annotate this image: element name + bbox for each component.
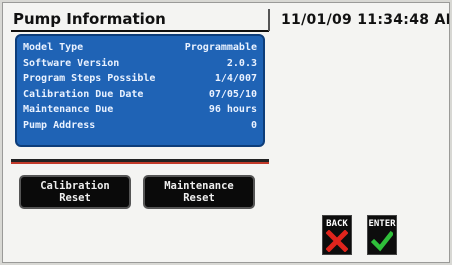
button-label-line2: Reset (183, 192, 215, 204)
info-value: 0 (250, 119, 257, 131)
button-label-line1: Maintenance (164, 180, 234, 192)
info-row-program-steps: Program Steps Possible 1/4/007 (23, 71, 257, 87)
section-divider-accent (11, 162, 269, 164)
info-row-maintenance-due: Maintenance Due 96 hours (23, 102, 257, 118)
info-value: 96 hours (208, 104, 257, 116)
info-label: Maintenance Due (23, 104, 114, 116)
info-label: Software Version (23, 57, 120, 69)
pump-info-panel: Model Type Programmable Software Version… (15, 34, 265, 147)
enter-label: ENTER (368, 219, 396, 229)
info-value: Programmable (184, 42, 257, 54)
back-label: BACK (326, 219, 348, 229)
green-check-icon (371, 230, 393, 252)
info-label: Program Steps Possible (23, 73, 156, 85)
red-x-icon (326, 230, 348, 252)
info-row-calibration-due: Calibration Due Date 07/05/10 (23, 87, 257, 103)
info-value: 07/05/10 (208, 88, 257, 100)
info-row-software-version: Software Version 2.0.3 (23, 56, 257, 72)
info-label: Model Type (23, 42, 84, 54)
info-value: 1/4/007 (214, 73, 257, 85)
button-label-line1: Calibration (40, 180, 110, 192)
datetime-display: 11/01/09 11:34:48 AM (281, 12, 450, 28)
header-divider (268, 9, 270, 31)
info-label: Pump Address (23, 119, 96, 131)
title-underline (11, 30, 269, 32)
back-button[interactable]: BACK (322, 215, 352, 255)
enter-button[interactable]: ENTER (367, 215, 397, 255)
info-label: Calibration Due Date (23, 88, 144, 100)
info-row-model-type: Model Type Programmable (23, 40, 257, 56)
calibration-reset-button[interactable]: Calibration Reset (19, 175, 131, 209)
info-value: 2.0.3 (226, 57, 257, 69)
button-label-line2: Reset (59, 192, 91, 204)
maintenance-reset-button[interactable]: Maintenance Reset (143, 175, 255, 209)
info-row-pump-address: Pump Address 0 (23, 118, 257, 134)
pump-screen: Pump Information 11/01/09 11:34:48 AM Mo… (2, 2, 450, 263)
page-title: Pump Information (13, 10, 166, 28)
